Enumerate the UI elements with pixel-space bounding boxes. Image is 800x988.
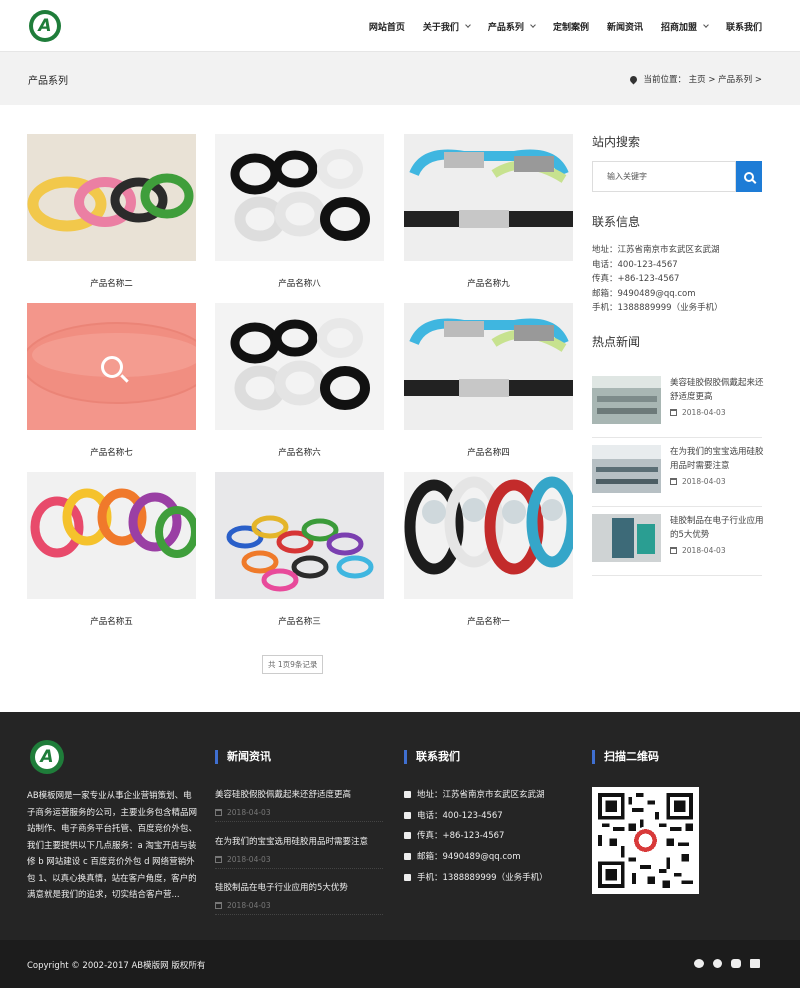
search-input[interactable]: 输入关键字 bbox=[592, 161, 736, 192]
nav-item-cases[interactable]: 定制案例 bbox=[553, 20, 589, 33]
page-banner: 产品系列 当前位置： 主页 > 产品系列 > bbox=[0, 52, 800, 105]
pagination-info: 共 1页9条记录 bbox=[262, 655, 324, 674]
product-name[interactable]: 产品名称八 bbox=[215, 277, 384, 289]
news-thumbnail[interactable] bbox=[592, 514, 661, 562]
footer-contact-fax: 传真：+86-123-4567 bbox=[404, 829, 504, 841]
calendar-icon bbox=[215, 856, 222, 863]
weibo-icon[interactable] bbox=[694, 959, 704, 968]
search-button[interactable] bbox=[736, 161, 762, 192]
map-pin-icon bbox=[628, 74, 639, 84]
product-image[interactable] bbox=[215, 303, 384, 430]
fax-icon bbox=[404, 831, 411, 839]
product-card[interactable]: 产品名称六 bbox=[215, 303, 384, 458]
footer-contact-phone: 电话：400-123-4567 bbox=[404, 809, 503, 821]
footer-qr-heading: 扫描二维码 bbox=[592, 749, 659, 765]
chevron-down-icon bbox=[703, 21, 709, 28]
footer-news-heading: 新闻资讯 bbox=[215, 749, 271, 765]
search-section-title: 站内搜索 bbox=[592, 135, 641, 149]
mail-icon bbox=[404, 852, 411, 860]
mobile-icon bbox=[404, 873, 411, 881]
news-thumbnail[interactable] bbox=[592, 376, 661, 424]
hot-news-title: 热点新闻 bbox=[592, 335, 641, 349]
footer-news-item[interactable]: 硅胶制品在电子行业应用的5大优势 2018-04-03 bbox=[215, 881, 383, 915]
nav-item-news[interactable]: 新闻资讯 bbox=[607, 20, 643, 33]
map-pin-icon bbox=[404, 790, 411, 798]
hot-news-item[interactable]: 硅胶制品在电子行业应用的5大优势 2018-04-03 bbox=[592, 514, 764, 576]
nav-item-home[interactable]: 网站首页 bbox=[369, 20, 405, 33]
product-card[interactable]: 产品名称四 bbox=[404, 303, 573, 458]
product-card[interactable]: 产品名称五 bbox=[27, 472, 196, 627]
product-name[interactable]: 产品名称三 bbox=[215, 615, 384, 627]
product-name[interactable]: 产品名称五 bbox=[27, 615, 196, 627]
hot-news-item[interactable]: 美容硅胶假胶佩戴起来还舒适度更高 2018-04-03 bbox=[592, 376, 764, 438]
copyright-bar: Copyright © 2002-2017 AB模版网 版权所有 bbox=[0, 940, 800, 988]
nav-item-products[interactable]: 产品系列 bbox=[488, 20, 536, 33]
qr-code bbox=[592, 787, 699, 894]
site-header: A 网站首页 关于我们 产品系列 定制案例 新闻资讯 招商加盟 联系我们 bbox=[0, 0, 800, 52]
product-name[interactable]: 产品名称七 bbox=[27, 446, 196, 458]
product-card[interactable]: 产品名称七 bbox=[27, 303, 196, 458]
chevron-down-icon bbox=[465, 21, 471, 28]
calendar-icon bbox=[670, 409, 677, 416]
product-name[interactable]: 产品名称二 bbox=[27, 277, 196, 289]
page-title: 产品系列 bbox=[28, 76, 68, 87]
footer-contact-address: 地址：江苏省南京市玄武区玄武湖 bbox=[404, 788, 545, 800]
calendar-icon bbox=[670, 478, 677, 485]
footer-contact-mobile: 手机：1388889999（业务手机） bbox=[404, 871, 548, 883]
product-name[interactable]: 产品名称四 bbox=[404, 446, 573, 458]
product-card[interactable]: 产品名称八 bbox=[215, 134, 384, 289]
contact-section-title: 联系信息 bbox=[592, 215, 641, 229]
phone-icon bbox=[404, 811, 411, 819]
product-image[interactable] bbox=[27, 303, 196, 430]
site-footer: A AB模板网是一家专业从事企业营销策划、电子商务运营服务的公司，主要业务包含精… bbox=[0, 712, 800, 940]
news-date: 2018-04-03 bbox=[670, 408, 726, 417]
mail-icon[interactable] bbox=[750, 959, 760, 968]
breadcrumb: 当前位置： 主页 > 产品系列 > bbox=[628, 73, 762, 85]
news-title[interactable]: 美容硅胶假胶佩戴起来还舒适度更高 bbox=[670, 376, 764, 404]
news-date: 2018-04-03 bbox=[670, 477, 726, 486]
nav-item-franchise[interactable]: 招商加盟 bbox=[661, 20, 709, 33]
nav-item-about[interactable]: 关于我们 bbox=[423, 20, 471, 33]
product-image[interactable] bbox=[27, 472, 196, 599]
main-nav: 网站首页 关于我们 产品系列 定制案例 新闻资讯 招商加盟 联系我们 bbox=[351, 0, 762, 52]
image-hover-overlay[interactable] bbox=[27, 303, 196, 430]
footer-news-item[interactable]: 在为我们的宝宝选用硅胶用品时需要注意 2018-04-03 bbox=[215, 835, 383, 869]
product-image[interactable] bbox=[404, 472, 573, 599]
chevron-down-icon bbox=[530, 21, 536, 28]
calendar-icon bbox=[670, 547, 677, 554]
pinterest-icon[interactable] bbox=[713, 959, 722, 968]
news-date: 2018-04-03 bbox=[670, 546, 726, 555]
nav-item-contact[interactable]: 联系我们 bbox=[726, 20, 762, 33]
product-card[interactable]: 产品名称一 bbox=[404, 472, 573, 627]
search-icon bbox=[100, 355, 123, 378]
search-icon bbox=[744, 171, 754, 182]
footer-contact-email: 邮箱：9490489@qq.com bbox=[404, 850, 521, 862]
site-logo[interactable]: A bbox=[29, 10, 61, 42]
product-image[interactable] bbox=[404, 303, 573, 430]
footer-about-text: AB模板网是一家专业从事企业营销策划、电子商务运营服务的公司，主要业务包含精品网… bbox=[27, 791, 198, 900]
product-image[interactable] bbox=[215, 472, 384, 599]
footer-contact-heading: 联系我们 bbox=[404, 749, 460, 765]
product-image[interactable] bbox=[27, 134, 196, 261]
product-name[interactable]: 产品名称一 bbox=[404, 615, 573, 627]
footer-logo[interactable]: A bbox=[30, 740, 64, 774]
qq-icon[interactable] bbox=[731, 959, 741, 968]
news-thumbnail[interactable] bbox=[592, 445, 661, 493]
news-title[interactable]: 硅胶制品在电子行业应用的5大优势 bbox=[670, 514, 764, 542]
product-card[interactable]: 产品名称九 bbox=[404, 134, 573, 289]
calendar-icon bbox=[215, 809, 222, 816]
copyright-text: Copyright © 2002-2017 AB模版网 版权所有 bbox=[27, 961, 206, 971]
product-image[interactable] bbox=[215, 134, 384, 261]
product-card[interactable]: 产品名称三 bbox=[215, 472, 384, 627]
product-name[interactable]: 产品名称九 bbox=[404, 277, 573, 289]
hot-news-item[interactable]: 在为我们的宝宝选用硅胶用品时需要注意 2018-04-03 bbox=[592, 445, 764, 507]
product-image[interactable] bbox=[404, 134, 573, 261]
contact-info: 地址：江苏省南京市玄武区玄武湖 电话：400-123-4567 传真：+86-1… bbox=[592, 245, 723, 313]
product-card[interactable]: 产品名称二 bbox=[27, 134, 196, 289]
news-title[interactable]: 在为我们的宝宝选用硅胶用品时需要注意 bbox=[670, 445, 764, 473]
product-name[interactable]: 产品名称六 bbox=[215, 446, 384, 458]
calendar-icon bbox=[215, 902, 222, 909]
social-links bbox=[685, 959, 760, 968]
footer-news-item[interactable]: 美容硅胶假胶佩戴起来还舒适度更高 2018-04-03 bbox=[215, 788, 383, 822]
